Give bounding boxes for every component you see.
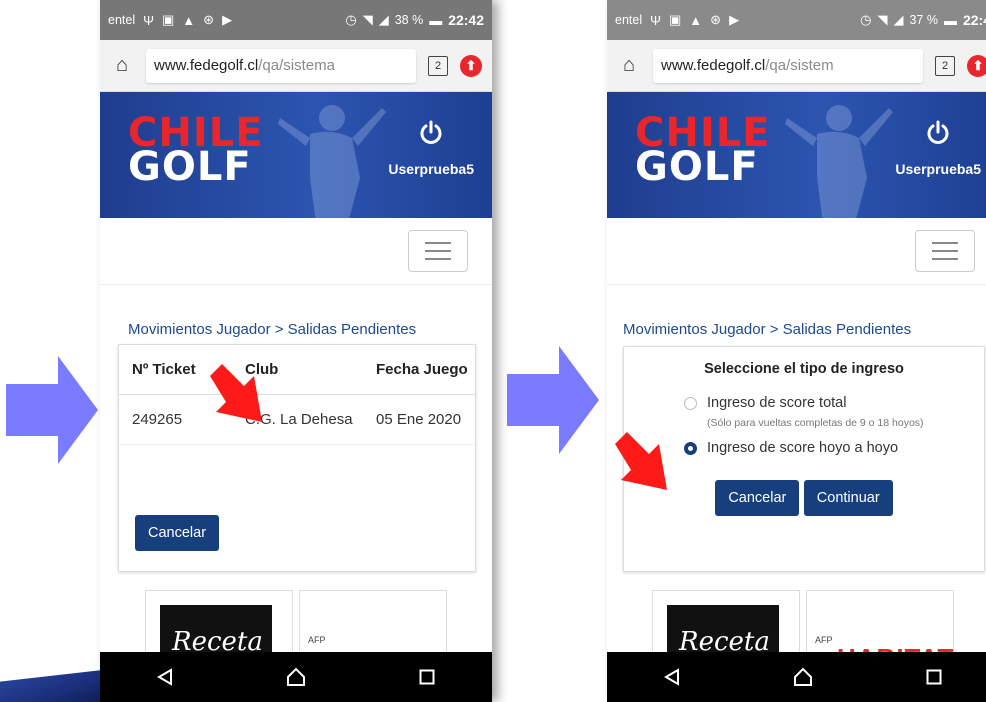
back-icon[interactable] xyxy=(153,665,177,689)
home-nav-icon[interactable] xyxy=(284,665,308,689)
battery-level: 37 % xyxy=(909,13,938,27)
radio-label: Ingreso de score total xyxy=(707,395,847,411)
home-icon[interactable]: ⌂ xyxy=(617,54,641,77)
clock: 22:4 xyxy=(962,12,986,28)
warning-icon: ▲ xyxy=(182,12,196,28)
tabs-count-button[interactable]: 2 xyxy=(935,55,955,76)
url-field[interactable]: www.fedegolf.cl/qa/sistem xyxy=(653,48,923,83)
url-domain: www.fedegolf.cl xyxy=(661,57,766,74)
user-menu[interactable]: Userprueba5 xyxy=(388,120,474,177)
browser-address-bar: ⌂ www.fedegolf.cl/qa/sistem 2 ⬆ xyxy=(607,40,986,92)
cancel-button[interactable]: Cancelar xyxy=(715,479,800,516)
table-row: 249265 C.G. La Dehesa 05 Ene 2020 xyxy=(119,394,475,445)
wifi-icon: ◥ xyxy=(877,12,888,27)
status-bar: entel Ψ ▣ ▲ ⊛ ▶ ◷ ◥ ◢ 38 % ▬ 22:42 xyxy=(100,0,492,40)
location-icon: ⊛ xyxy=(203,12,215,27)
signal-icon: Ψ xyxy=(650,12,661,28)
recents-icon[interactable] xyxy=(922,665,946,689)
logo-line-2: GOLF xyxy=(128,144,252,190)
entry-type-dialog: Seleccione el tipo de ingreso Ingreso de… xyxy=(623,346,985,572)
radio-option-hole-by-hole[interactable]: Ingreso de score hoyo a hoyo xyxy=(624,432,984,456)
tickets-table: Nº Ticket Club Fecha Juego 249265 C.G. L… xyxy=(119,345,475,445)
status-bar: entel Ψ ▣ ▲ ⊛ ▶ ◷ ◥ ◢ 37 % ▬ 22:4 xyxy=(607,0,986,40)
cell-signal-icon: ◢ xyxy=(378,12,389,27)
table-header-row: Nº Ticket Club Fecha Juego xyxy=(119,345,475,395)
play-icon: ▶ xyxy=(222,12,233,27)
radio-option-total[interactable]: Ingreso de score total xyxy=(624,395,984,411)
home-icon[interactable]: ⌂ xyxy=(110,54,134,77)
date-cell: 05 Ene 2020 xyxy=(363,394,475,445)
hamburger-menu-icon[interactable] xyxy=(915,230,975,272)
logo-line-2: GOLF xyxy=(635,144,759,190)
warning-icon: ▲ xyxy=(689,12,703,28)
golfer-silhouette xyxy=(278,105,386,218)
red-pointer-arrow xyxy=(210,364,262,422)
back-icon[interactable] xyxy=(660,665,684,689)
golfer-silhouette xyxy=(785,105,893,218)
opera-icon[interactable]: ⬆ xyxy=(967,54,986,77)
battery-level: 38 % xyxy=(394,13,424,27)
power-icon[interactable] xyxy=(418,120,444,146)
afp-label: AFP xyxy=(308,635,326,645)
radio-button[interactable] xyxy=(684,397,697,410)
battery-icon: ▬ xyxy=(943,12,957,28)
url-field[interactable]: www.fedegolf.cl/qa/sistema xyxy=(146,48,416,83)
radio-label: Ingreso de score hoyo a hoyo xyxy=(707,439,899,456)
image-icon: ▣ xyxy=(668,12,682,27)
clock: 22:42 xyxy=(448,12,484,28)
location-icon: ⊛ xyxy=(710,12,722,27)
nav-row xyxy=(607,218,986,285)
tabs-count-button[interactable]: 2 xyxy=(428,55,448,76)
home-nav-icon[interactable] xyxy=(791,665,815,689)
user-name: Userprueba5 xyxy=(895,161,981,177)
continue-button[interactable]: Continuar xyxy=(803,479,893,516)
opera-icon[interactable]: ⬆ xyxy=(460,54,482,77)
pending-rounds-panel: Nº Ticket Club Fecha Juego 249265 C.G. L… xyxy=(118,344,476,572)
chile-golf-logo[interactable]: CHILE GOLF xyxy=(128,113,264,190)
battery-icon: ▬ xyxy=(429,12,443,28)
recents-icon[interactable] xyxy=(415,665,439,689)
column-header: Fecha Juego xyxy=(363,345,475,395)
chile-golf-logo[interactable]: CHILE GOLF xyxy=(635,113,771,190)
site-header: CHILE GOLF Userprueba5 xyxy=(607,92,986,218)
url-domain: www.fedegolf.cl xyxy=(154,57,259,74)
alarm-icon: ◷ xyxy=(860,12,872,27)
play-icon: ▶ xyxy=(729,12,740,27)
user-name: Userprueba5 xyxy=(388,161,474,177)
cell-signal-icon: ◢ xyxy=(893,12,904,27)
url-path: /qa/sistema xyxy=(258,57,335,74)
cancel-button[interactable]: Cancelar xyxy=(135,515,220,551)
flow-arrow-right xyxy=(6,356,98,464)
nav-row xyxy=(100,218,492,285)
dialog-buttons: Cancelar Continuar xyxy=(624,456,984,534)
afp-label: AFP xyxy=(815,635,833,645)
power-icon[interactable] xyxy=(925,120,951,146)
user-menu[interactable]: Userprueba5 xyxy=(895,120,981,177)
android-nav-bar xyxy=(100,652,492,702)
site-header: CHILE GOLF Userprueba5 xyxy=(100,92,492,218)
carrier-label: entel xyxy=(108,13,136,27)
alarm-icon: ◷ xyxy=(345,12,357,27)
url-path: /qa/sistem xyxy=(765,57,834,74)
dialog-title: Seleccione el tipo de ingreso xyxy=(704,361,904,377)
option-note: (Sólo para vueltas completas de 9 o 18 h… xyxy=(707,417,924,429)
phone-screen-2: entel Ψ ▣ ▲ ⊛ ▶ ◷ ◥ ◢ 37 % ▬ 22:4 ⌂ www.… xyxy=(607,0,986,702)
image-icon: ▣ xyxy=(161,12,175,27)
red-pointer-arrow xyxy=(615,432,667,490)
signal-icon: Ψ xyxy=(143,12,154,28)
radio-button-selected[interactable] xyxy=(684,441,697,455)
phone-screen-1: entel Ψ ▣ ▲ ⊛ ▶ ◷ ◥ ◢ 38 % ▬ 22:42 ⌂ www… xyxy=(100,0,492,702)
wifi-icon: ◥ xyxy=(362,12,373,27)
hamburger-menu-icon[interactable] xyxy=(408,230,468,272)
android-nav-bar xyxy=(607,652,986,702)
browser-address-bar: ⌂ www.fedegolf.cl/qa/sistema 2 ⬆ xyxy=(100,40,492,92)
flow-arrow-right xyxy=(507,346,599,454)
carrier-label: entel xyxy=(615,13,643,27)
